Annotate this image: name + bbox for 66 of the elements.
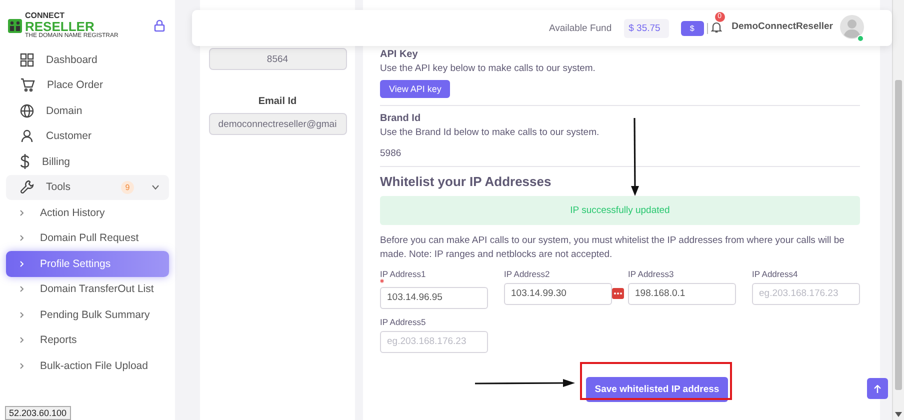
sidebar-item[interactable]: Tools 9 [6,174,169,200]
scrollbar-thumb[interactable] [895,80,902,390]
ip-address-field[interactable]: eg.203.168.176.23 [752,282,860,304]
chevron-icon [20,235,24,242]
sidebar-item[interactable]: Reports [6,328,169,353]
chevron-icon [20,260,24,267]
sidebar-item[interactable]: Domain Pull Request [6,226,169,251]
section-title: Whitelist your IP Addresses [380,174,552,189]
ip-address-field[interactable]: eg.203.168.176.23 [380,330,488,352]
sidebar-item[interactable]: Place Order [6,72,169,98]
logo-text: CONNECT [25,12,66,20]
section-heading: Brand Id [380,113,422,124]
dollar-icon [20,154,30,170]
sidebar-item[interactable]: Pending Bulk Summary [6,302,169,328]
description-text: Use the API key below to make calls to our system. [380,63,596,74]
cart-icon [20,78,35,92]
required-icon [380,278,384,282]
fund-label: Available Fund [548,22,612,34]
readonly-field: 8564 [208,48,346,70]
chevron-icon [20,286,24,292]
chevron-icon [20,210,24,216]
scroll-top-button[interactable] [867,378,888,399]
sidebar-item[interactable]: Dashboard [6,47,169,72]
readonly-field: democonnectreseller@gmai [208,113,346,135]
globe-icon [20,104,34,118]
notification-icon[interactable] [710,20,722,32]
description-text: Use the Brand Id below to make calls to our system. [380,127,600,138]
chevron-icon [20,362,24,369]
user-icon [20,129,34,144]
lock-icon[interactable] [154,19,165,32]
ip-address-field[interactable]: 103.14.96.95 [380,286,488,308]
field-label: IP Address3 [628,268,674,278]
field-label: IP Address2 [504,268,550,278]
field-label: IP Address5 [380,316,426,326]
wrench-icon [20,180,34,194]
chevron-icon [20,312,24,318]
sidebar-item[interactable]: Customer [6,124,169,149]
sidebar-item[interactable]: Domain [6,98,169,124]
arrow-up-icon [874,384,881,392]
section-heading: API Key [380,49,419,60]
sidebar-item[interactable]: Billing [6,149,169,174]
status-url: 52.203.60.100 [5,406,71,420]
dashboard-icon [20,52,34,67]
logo-icon [8,18,22,32]
sidebar-item[interactable]: Profile Settings [6,251,169,276]
field-label: Email Id [258,96,297,107]
ip-address-field[interactable]: 198.168.0.1 [628,282,736,304]
field-label: IP Address1 [380,268,426,278]
sidebar-item[interactable]: Bulk-action File Upload [6,353,169,378]
ip-address-field[interactable]: 103.14.99.30 [504,282,612,304]
save-button[interactable]: Save whitelisted IP address [586,376,728,402]
field-label: IP Address4 [752,268,798,278]
chevron-icon [20,337,24,344]
logo-text: RESELLER [25,20,94,33]
password-manager-icon[interactable] [612,288,624,298]
view-api-key-button[interactable]: View API key [380,80,450,98]
user-name[interactable]: DemoConnectReseller [732,20,833,32]
scroll-down-icon[interactable] [895,412,902,417]
brand-id-value: 5986 [380,148,402,159]
description-text: Before you can make API calls to our system, you must whitelist the IP addresses from where your calls will be made. Note: IP ranges and netblocks are not accepted. [380,234,846,262]
sidebar-item[interactable]: Domain TransferOut List [6,276,169,302]
currency-button[interactable]: $ [680,20,704,36]
count-badge: 9 [121,180,134,194]
fund-amount: $ 35.75 [624,18,669,38]
sidebar-item[interactable]: Action History [6,200,169,226]
success-alert: IP successfully updated [380,196,860,225]
